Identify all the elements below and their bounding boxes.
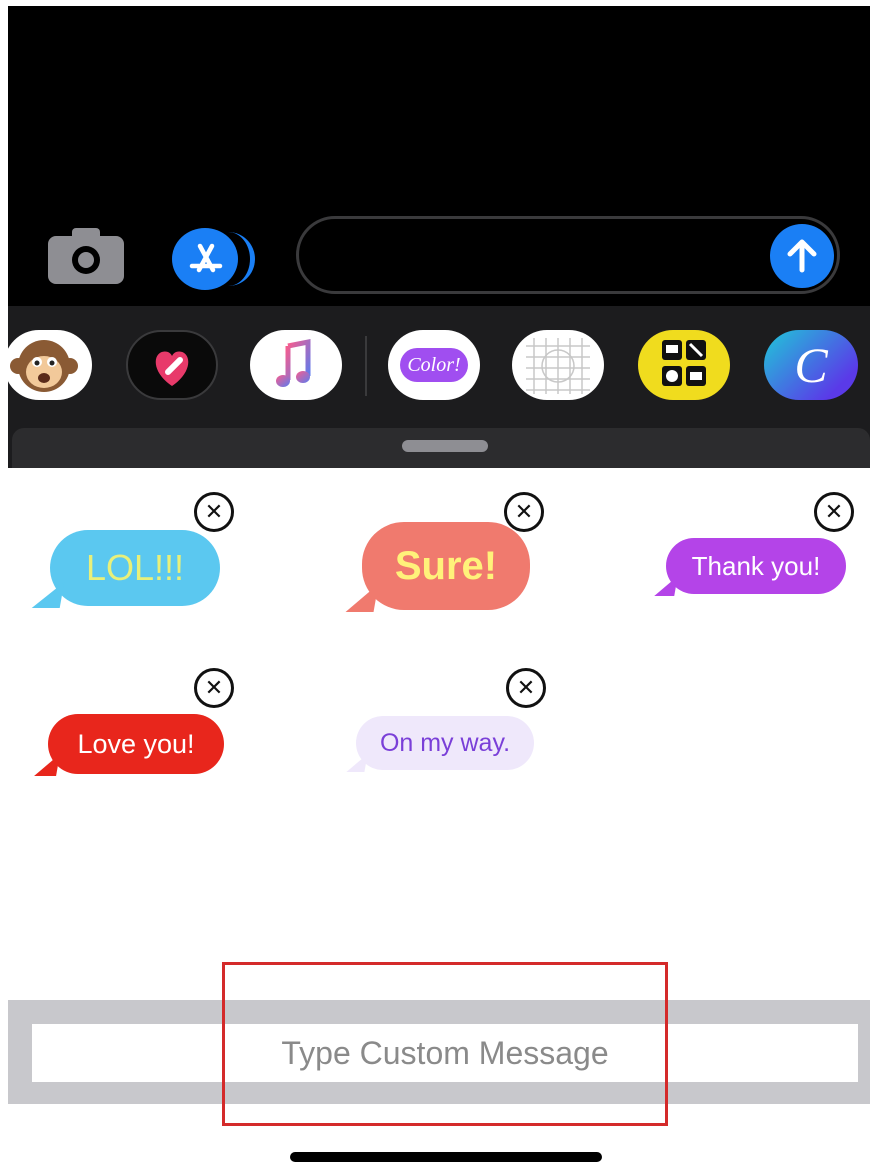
- remove-sticker-love-you-button[interactable]: ✕: [194, 668, 234, 708]
- sticker-text: Thank you!: [691, 550, 821, 581]
- app-grid[interactable]: [512, 330, 604, 400]
- canva-icon: C: [794, 337, 828, 393]
- sticker-sure[interactable]: Sure!: [345, 522, 530, 612]
- sticker-on-my-way[interactable]: On my way.: [346, 716, 534, 772]
- annotation-highlight-box: [222, 962, 668, 1126]
- app-store-button[interactable]: [172, 228, 256, 290]
- home-indicator: [290, 1152, 602, 1162]
- music-note-icon: [276, 338, 311, 387]
- close-icon: ✕: [204, 675, 224, 700]
- app-animoji[interactable]: [4, 330, 92, 400]
- app-digital-touch[interactable]: [126, 330, 218, 400]
- sticker-thank-you[interactable]: Thank you!: [654, 538, 846, 596]
- grid-icon: [526, 338, 590, 394]
- close-icon: ✕: [824, 499, 844, 524]
- remove-sticker-sure-button[interactable]: ✕: [504, 492, 544, 532]
- app-drawer-divider: [365, 336, 367, 396]
- sticker-text: On my way.: [379, 728, 511, 757]
- sticker-text: Sure!: [394, 543, 498, 588]
- app-music[interactable]: [250, 330, 342, 400]
- camera-button[interactable]: [48, 226, 124, 286]
- app-color-text[interactable]: Color!: [388, 330, 480, 400]
- sticker-lol[interactable]: LOL!!!: [31, 530, 220, 608]
- app-canva[interactable]: C: [764, 330, 858, 400]
- send-button[interactable]: [770, 224, 834, 288]
- close-icon: ✕: [514, 499, 534, 524]
- remove-sticker-lol-button[interactable]: ✕: [194, 492, 234, 532]
- remove-sticker-thank-you-button[interactable]: ✕: [814, 492, 854, 532]
- close-icon: ✕: [204, 499, 224, 524]
- message-input[interactable]: [296, 216, 840, 294]
- sticker-text: LOL!!!: [85, 547, 185, 588]
- heart-icon: [155, 351, 189, 386]
- sticker-love-you[interactable]: Love you!: [34, 714, 224, 776]
- arrow-up-icon: [787, 239, 817, 273]
- remove-sticker-on-my-way-button[interactable]: ✕: [506, 668, 546, 708]
- color-text-icon: Color!: [400, 348, 468, 382]
- close-icon: ✕: [516, 675, 536, 700]
- drawer-grabber[interactable]: [402, 440, 488, 452]
- app-store-icon: [189, 243, 223, 273]
- monkey-emoji-icon: [10, 340, 78, 392]
- widget-icon: [662, 340, 706, 386]
- app-widget[interactable]: [638, 330, 730, 400]
- sticker-text: Love you!: [77, 728, 195, 759]
- imessage-app-screen: Color! C LOL!!! ✕ Sure! ✕ Thank you! ✕ L…: [0, 0, 870, 1164]
